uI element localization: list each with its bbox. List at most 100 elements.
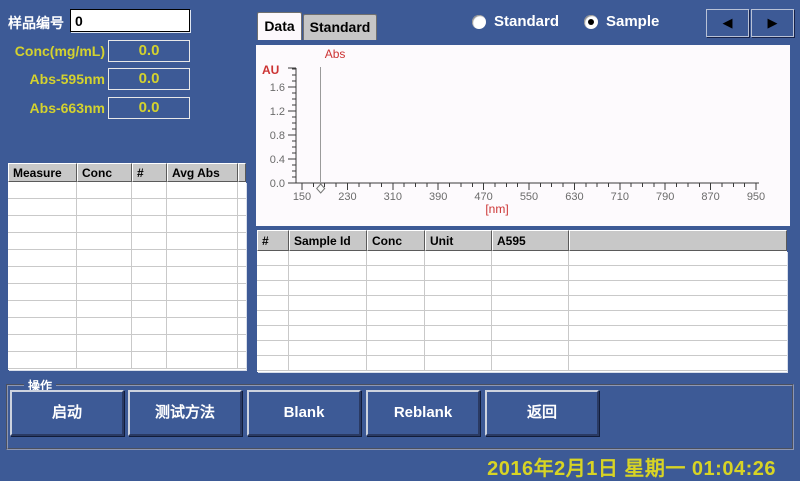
table-cell (289, 341, 367, 356)
table-cell (425, 326, 492, 341)
table-cell (238, 352, 246, 369)
table-cell (167, 284, 238, 301)
col-spacer (238, 163, 246, 182)
spectrum-chart-svg: 0.00.40.81.21.61502303103904705506307107… (256, 45, 790, 226)
table-cell (167, 216, 238, 233)
table-cell (77, 284, 132, 301)
chevron-right-icon[interactable]: ▶ (751, 9, 794, 37)
table-cell (167, 267, 238, 284)
table-cell (77, 318, 132, 335)
svg-text:790: 790 (656, 191, 674, 203)
col-avg-abs: Avg Abs (167, 163, 238, 182)
table-cell (8, 250, 77, 267)
start-button[interactable]: 启动 (10, 390, 124, 436)
table-row[interactable] (8, 182, 246, 199)
col-conc2: Conc (367, 230, 425, 251)
table-cell (8, 284, 77, 301)
table-cell (367, 281, 425, 296)
reblank-button[interactable]: Reblank (366, 390, 480, 436)
table-cell (77, 199, 132, 216)
table-cell (367, 251, 425, 266)
table-cell (367, 356, 425, 371)
table-cell (238, 233, 246, 250)
radio-standard[interactable] (472, 15, 486, 29)
chart-cursor[interactable] (317, 67, 325, 193)
svg-text:[nm]: [nm] (485, 202, 508, 216)
test-method-button[interactable]: 测试方法 (128, 390, 242, 436)
svg-text:950: 950 (747, 191, 765, 203)
radio-sample-label[interactable]: Sample (606, 13, 659, 30)
table-cell (132, 352, 167, 369)
table-cell (367, 326, 425, 341)
table-cell (569, 296, 787, 311)
table-cell (289, 251, 367, 266)
conc-label: Conc(mg/mL) (0, 43, 105, 59)
table-cell (492, 296, 569, 311)
table-cell (289, 326, 367, 341)
sample-number-input[interactable] (70, 9, 190, 32)
svg-text:AU: AU (262, 63, 279, 77)
table-cell (425, 356, 492, 371)
table-cell (492, 266, 569, 281)
return-button[interactable]: 返回 (485, 390, 599, 436)
table-row[interactable] (8, 216, 246, 233)
blank-button[interactable]: Blank (247, 390, 361, 436)
table-row[interactable] (257, 281, 787, 296)
table-cell (8, 267, 77, 284)
table-row[interactable] (257, 296, 787, 311)
table-cell (8, 318, 77, 335)
table-row[interactable] (8, 267, 246, 284)
measure-table: Measure Conc # Avg Abs (8, 163, 246, 370)
table-cell (569, 266, 787, 281)
table-cell (238, 318, 246, 335)
table-cell (238, 301, 246, 318)
table-cell (257, 251, 289, 266)
radio-standard-label[interactable]: Standard (494, 13, 559, 30)
tab-data[interactable]: Data (257, 12, 302, 40)
table-row[interactable] (257, 311, 787, 326)
table-cell (132, 199, 167, 216)
table-cell (257, 296, 289, 311)
table-row[interactable] (257, 251, 787, 266)
table-cell (132, 233, 167, 250)
chevron-left-icon[interactable]: ◀ (706, 9, 749, 37)
table-row[interactable] (8, 318, 246, 335)
table-row[interactable] (8, 284, 246, 301)
table-cell (77, 233, 132, 250)
tab-standard[interactable]: Standard (303, 14, 377, 40)
table-row[interactable] (8, 352, 246, 369)
table-row[interactable] (257, 266, 787, 281)
table-cell (289, 296, 367, 311)
table-cell (367, 296, 425, 311)
svg-text:390: 390 (429, 191, 447, 203)
table-row[interactable] (257, 326, 787, 341)
col-unit: Unit (425, 230, 492, 251)
abs595-label: Abs-595nm (0, 71, 105, 87)
table-cell (569, 251, 787, 266)
radio-sample[interactable] (584, 15, 598, 29)
table-cell (367, 341, 425, 356)
table-cell (77, 182, 132, 199)
results-table-body[interactable] (257, 251, 787, 372)
table-cell (238, 216, 246, 233)
table-row[interactable] (8, 233, 246, 250)
table-cell (289, 266, 367, 281)
table-cell (367, 266, 425, 281)
table-cell (132, 216, 167, 233)
table-row[interactable] (257, 356, 787, 371)
table-cell (77, 301, 132, 318)
table-cell (8, 335, 77, 352)
table-row[interactable] (8, 199, 246, 216)
table-cell (425, 266, 492, 281)
table-row[interactable] (8, 301, 246, 318)
table-cell (425, 341, 492, 356)
table-cell (569, 311, 787, 326)
table-row[interactable] (8, 250, 246, 267)
table-cell (257, 356, 289, 371)
table-cell (425, 296, 492, 311)
table-row[interactable] (8, 335, 246, 352)
svg-text:1.6: 1.6 (270, 82, 285, 94)
table-cell (257, 341, 289, 356)
measure-table-body[interactable] (8, 182, 246, 370)
table-row[interactable] (257, 341, 787, 356)
